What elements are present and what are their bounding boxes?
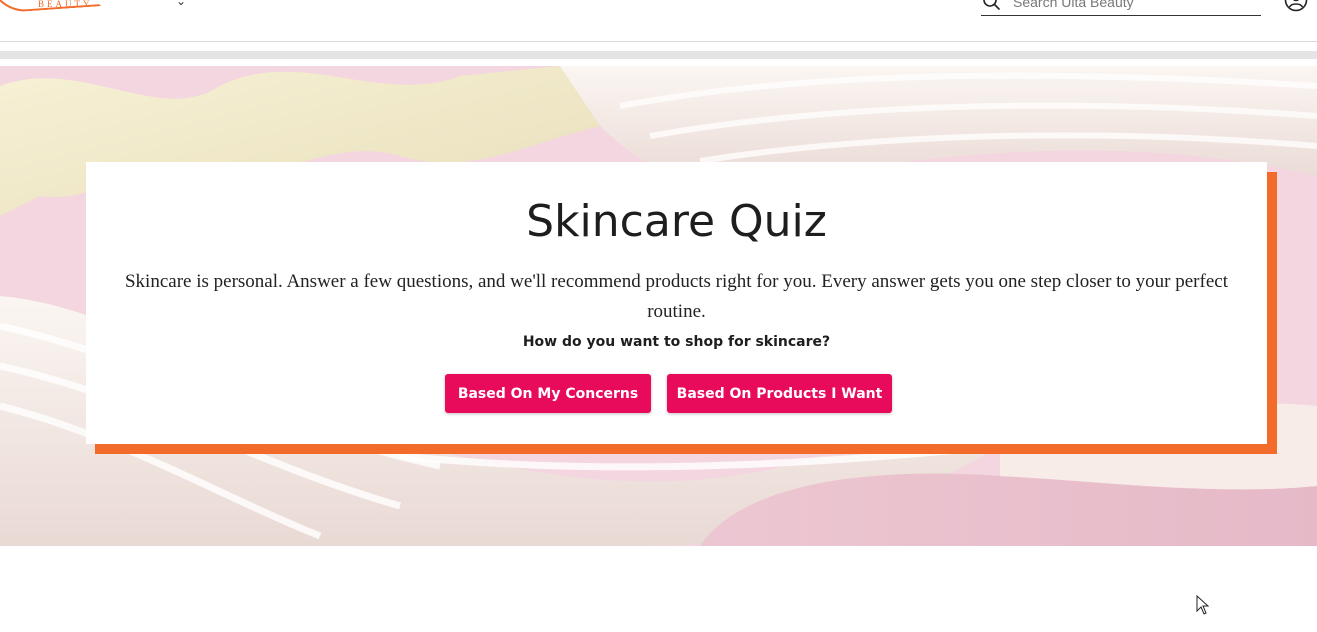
mouse-cursor-icon (1196, 595, 1210, 615)
account-icon[interactable] (1284, 0, 1308, 12)
site-header: BEAUTY ⌄ (0, 0, 1317, 42)
based-on-products-button[interactable]: Based On Products I Want (667, 374, 892, 413)
nav-dropdown-caret-icon[interactable]: ⌄ (176, 0, 186, 8)
logo-subtext: BEAUTY (38, 0, 93, 9)
page-title: Skincare Quiz (526, 196, 827, 247)
search-bar[interactable] (981, 0, 1261, 16)
quiz-description: Skincare is personal. Answer a few quest… (124, 271, 1228, 322)
ulta-logo[interactable]: BEAUTY (0, 0, 110, 14)
search-icon[interactable] (981, 0, 1001, 12)
search-input[interactable] (1013, 0, 1253, 12)
header-divider-bar (0, 51, 1317, 59)
quiz-question: How do you want to shop for skincare? (522, 334, 831, 350)
skincare-quiz-card: Skincare Quiz Skincare is personal. Answ… (86, 162, 1267, 444)
based-on-concerns-button[interactable]: Based On My Concerns (445, 374, 651, 413)
